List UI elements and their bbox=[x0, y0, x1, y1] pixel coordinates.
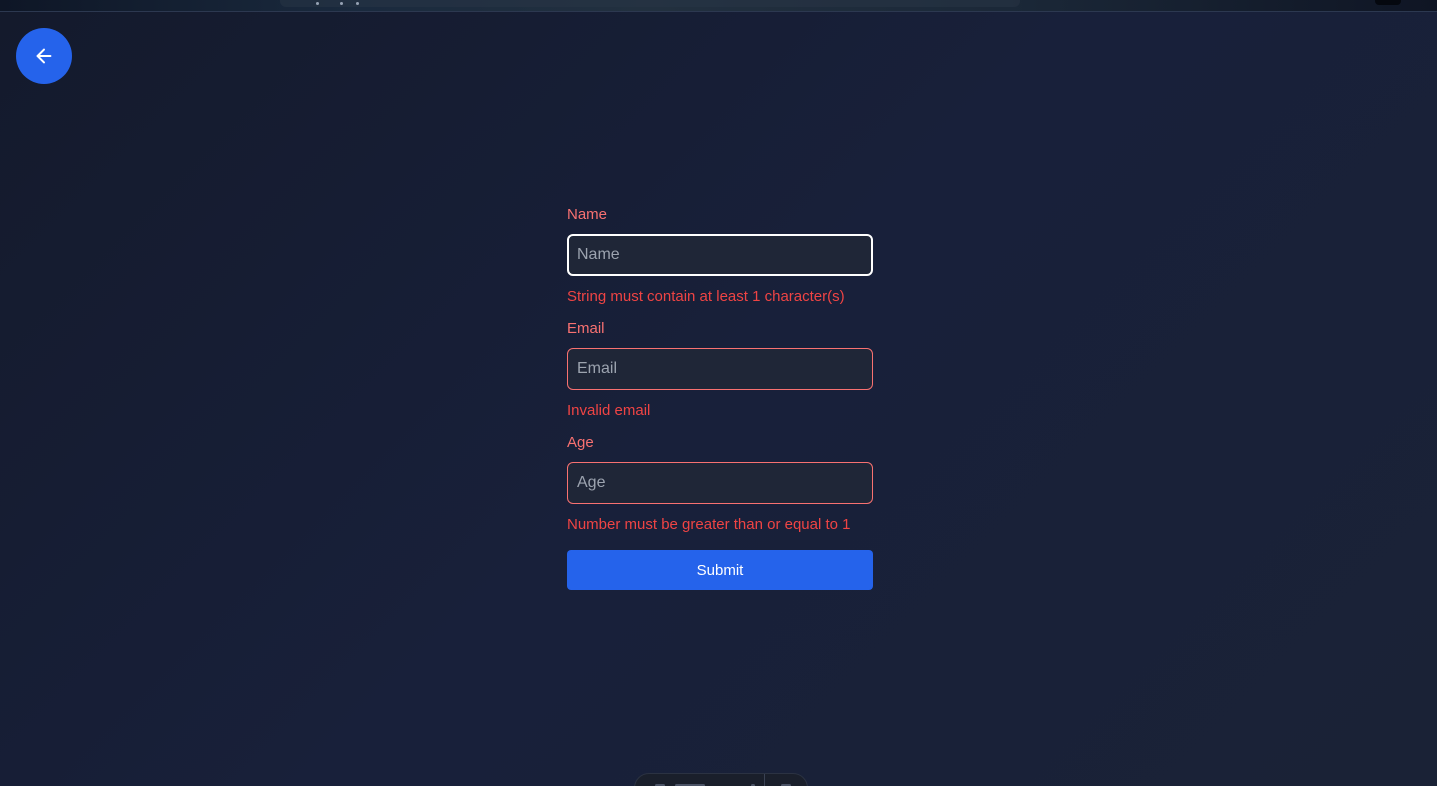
bottom-toolbar-pill[interactable] bbox=[634, 773, 808, 786]
age-label: Age bbox=[567, 434, 594, 451]
submit-button[interactable]: Submit bbox=[567, 550, 873, 590]
arrow-left-icon bbox=[36, 48, 52, 64]
top-banner-bar bbox=[280, 0, 1020, 7]
name-label: Name bbox=[567, 206, 608, 223]
age-error: Number must be greater than or equal to … bbox=[567, 516, 851, 533]
star-decoration bbox=[356, 2, 359, 5]
email-field-group: Email Invalid email bbox=[567, 318, 873, 422]
name-field-group: Name String must contain at least 1 char… bbox=[567, 204, 873, 308]
age-field-group: Age Number must be greater than or equal… bbox=[567, 432, 873, 536]
page: Name String must contain at least 1 char… bbox=[0, 0, 1437, 786]
name-error: String must contain at least 1 character… bbox=[567, 288, 845, 305]
email-error: Invalid email bbox=[567, 402, 651, 419]
email-label: Email bbox=[567, 320, 605, 337]
top-banner-corner bbox=[1375, 0, 1401, 5]
star-decoration bbox=[316, 2, 319, 5]
name-input[interactable] bbox=[567, 234, 873, 276]
top-banner-strip bbox=[0, 0, 1437, 12]
star-decoration bbox=[340, 2, 343, 5]
toolbar-divider bbox=[764, 774, 765, 786]
email-input[interactable] bbox=[567, 348, 873, 390]
back-button[interactable] bbox=[16, 28, 72, 84]
user-form: Name String must contain at least 1 char… bbox=[567, 204, 873, 590]
age-input[interactable] bbox=[567, 462, 873, 504]
